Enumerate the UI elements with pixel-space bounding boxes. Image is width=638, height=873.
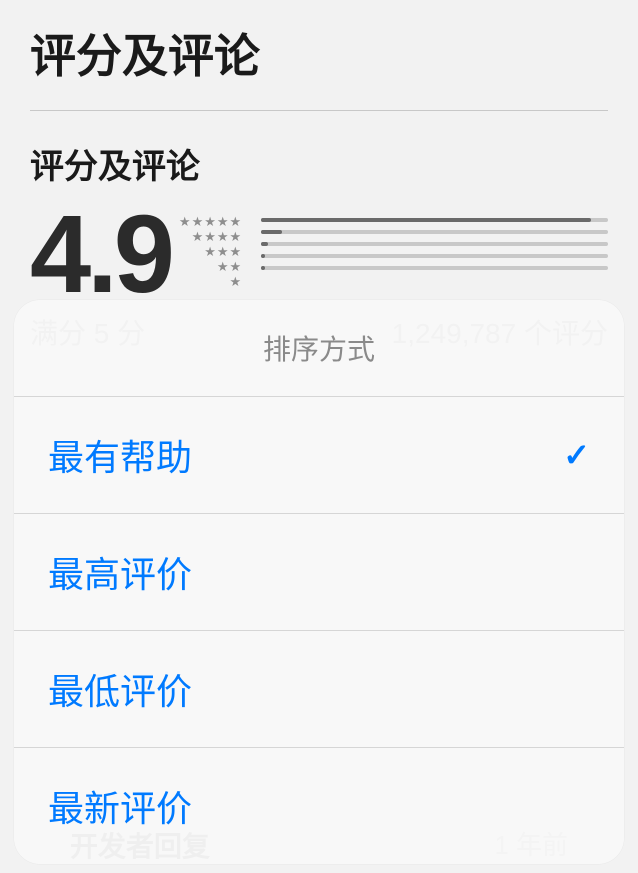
sort-action-sheet: 排序方式 最有帮助 ✓ 最高评价 最低评价 最新评价 <box>14 300 624 864</box>
sort-option-highest[interactable]: 最高评价 <box>14 514 624 631</box>
sort-option-most-helpful[interactable]: 最有帮助 ✓ <box>14 397 624 514</box>
rating-score: 4.9 <box>30 200 171 310</box>
option-label: 最有帮助 <box>48 429 192 481</box>
star-histogram-bars <box>261 218 608 270</box>
sheet-title: 排序方式 <box>14 300 624 397</box>
sort-option-newest[interactable]: 最新评价 <box>14 748 624 864</box>
star-histogram-labels: ★★★★★ ★★★★ ★★★ ★★ ★ <box>179 215 241 288</box>
sort-option-lowest[interactable]: 最低评价 <box>14 631 624 748</box>
option-label: 最低评价 <box>48 663 192 715</box>
rating-summary: 4.9 ★★★★★ ★★★★ ★★★ ★★ ★ <box>30 200 608 310</box>
checkmark-icon: ✓ <box>563 436 590 474</box>
option-label: 最新评价 <box>48 780 192 832</box>
page-title: 评分及评论 <box>30 20 608 111</box>
section-title: 评分及评论 <box>30 139 608 188</box>
option-label: 最高评价 <box>48 546 192 598</box>
